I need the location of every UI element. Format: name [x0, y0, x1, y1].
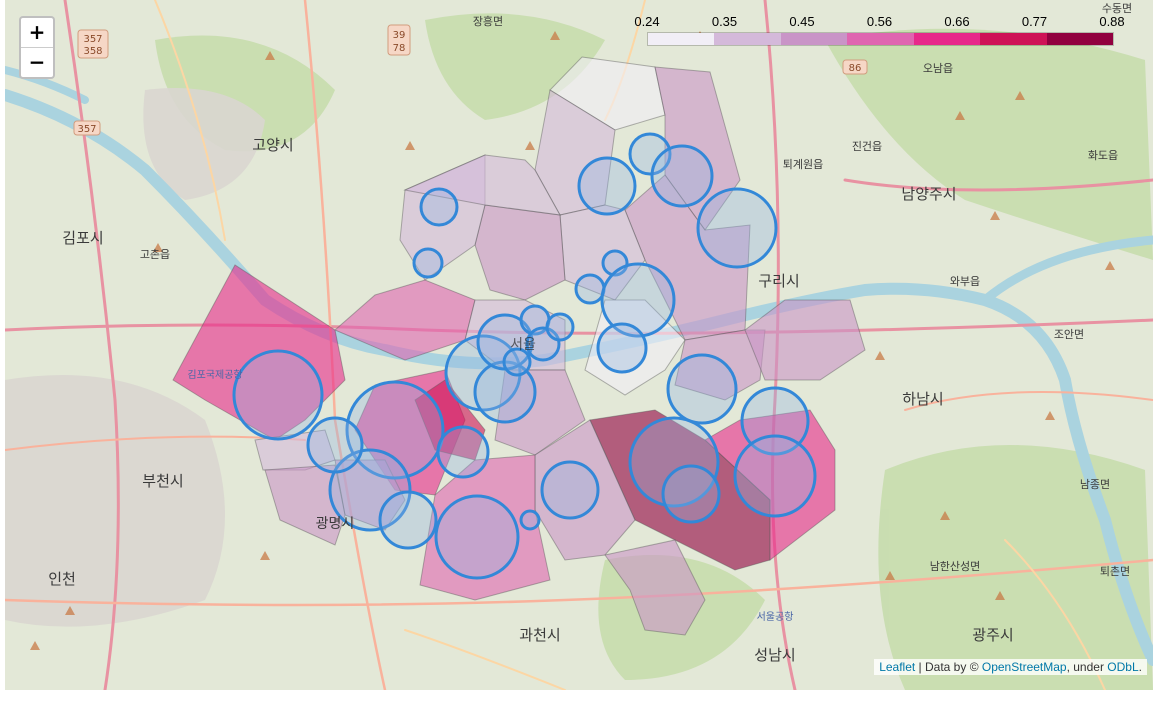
- label-jinjeon: 진건읍: [852, 140, 882, 153]
- legend-swatch: [980, 33, 1047, 45]
- legend-colorbar: [647, 32, 1114, 46]
- map-view[interactable]: 357 358 357 39 78 86 고양시 김포시 고촌읍 부천시 인천 …: [5, 0, 1153, 690]
- label-gwangmyeong: 광명시: [316, 516, 355, 532]
- attribution: Leaflet | Data by © OpenStreetMap, under…: [874, 659, 1147, 675]
- attribution-end: .: [1138, 660, 1142, 674]
- legend-tick: 0.77: [1021, 14, 1048, 29]
- legend-swatch: [714, 33, 781, 45]
- attribution-sep: | Data by ©: [915, 660, 982, 674]
- circle-marker[interactable]: [577, 156, 637, 216]
- label-gimpo-airport: 김포국제공항: [187, 369, 242, 381]
- label-gochon: 고촌읍: [140, 248, 170, 261]
- circle-marker[interactable]: [596, 322, 648, 374]
- label-goyang: 고양시: [252, 136, 293, 154]
- label-gwacheon: 과천시: [519, 626, 560, 644]
- legend-tick: 0.56: [866, 14, 893, 29]
- legend-swatch: [1046, 33, 1113, 45]
- circle-marker[interactable]: [419, 187, 459, 227]
- legend-tick: 0.45: [789, 14, 815, 29]
- circle-marker[interactable]: [434, 494, 520, 580]
- zoom-in-button[interactable]: +: [21, 18, 53, 47]
- circle-marker[interactable]: [696, 187, 778, 269]
- label-wabu: 와부읍: [950, 275, 980, 288]
- legend-swatch: [780, 33, 848, 45]
- shield-357a: 357: [83, 34, 102, 45]
- legend-tick: 0.66: [944, 14, 970, 29]
- zoom-control: + −: [19, 16, 55, 79]
- circle-marker[interactable]: [412, 247, 444, 279]
- circle-marker[interactable]: [574, 273, 606, 305]
- legend-swatch: [648, 33, 715, 45]
- shield-358: 358: [83, 46, 102, 57]
- label-gwangju: 광주시: [972, 626, 1013, 644]
- osm-link[interactable]: OpenStreetMap: [982, 660, 1067, 674]
- label-namyangju: 남양주시: [901, 185, 956, 203]
- circle-marker[interactable]: [666, 353, 738, 425]
- circle-marker[interactable]: [436, 425, 490, 479]
- shield-78: 78: [393, 43, 406, 54]
- label-gimpo: 김포시: [62, 229, 103, 247]
- label-seoul: 서울: [510, 337, 536, 353]
- circle-marker[interactable]: [733, 434, 817, 518]
- label-toechon: 퇴촌면: [1100, 565, 1130, 578]
- label-guri: 구리시: [758, 272, 799, 290]
- odbl-link[interactable]: ODbL: [1107, 660, 1138, 674]
- circle-marker[interactable]: [650, 144, 714, 208]
- label-incheon: 인천: [48, 570, 76, 588]
- shield-86: 86: [849, 63, 862, 74]
- circle-marker[interactable]: [545, 312, 575, 342]
- label-hanam: 하남시: [902, 390, 943, 408]
- circle-marker[interactable]: [378, 490, 438, 550]
- label-seongnam: 성남시: [754, 646, 795, 664]
- map-canvas[interactable]: 357 358 357 39 78 86 고양시 김포시 고촌읍 부천시 인천 …: [5, 0, 1153, 690]
- legend-tick: 0.35: [711, 14, 738, 29]
- legend-tick: 0.24: [634, 14, 660, 29]
- zoom-out-button[interactable]: −: [21, 47, 53, 77]
- label-joan: 조안면: [1054, 328, 1084, 341]
- label-bucheon: 부천시: [142, 472, 183, 490]
- shield-357b: 357: [77, 124, 96, 135]
- color-legend: 0.24 0.35 0.45 0.56 0.66 0.77 0.88: [634, 14, 1125, 48]
- circle-marker[interactable]: [306, 416, 364, 474]
- label-namjong: 남종면: [1080, 478, 1110, 491]
- legend-tick: 0.88: [1099, 14, 1125, 29]
- circle-marker[interactable]: [519, 509, 541, 531]
- label-toegye: 퇴계원읍: [783, 158, 823, 171]
- circle-marker[interactable]: [661, 464, 721, 524]
- circle-marker[interactable]: [232, 349, 324, 441]
- label-namhansan: 남한산성면: [930, 560, 981, 573]
- circle-marker[interactable]: [540, 460, 600, 520]
- legend-swatch: [847, 33, 914, 45]
- district-d06[interactable]: [474, 204, 566, 301]
- label-hwado: 화도읍: [1088, 149, 1118, 162]
- leaflet-link[interactable]: Leaflet: [879, 660, 915, 674]
- attribution-under: , under: [1066, 660, 1108, 674]
- label-jangheung: 장흥면: [473, 14, 503, 28]
- shield-39: 39: [393, 30, 406, 41]
- legend-swatch: [913, 33, 981, 45]
- label-seoul-airport: 서울공항: [757, 611, 794, 623]
- label-onam: 오남읍: [923, 62, 953, 75]
